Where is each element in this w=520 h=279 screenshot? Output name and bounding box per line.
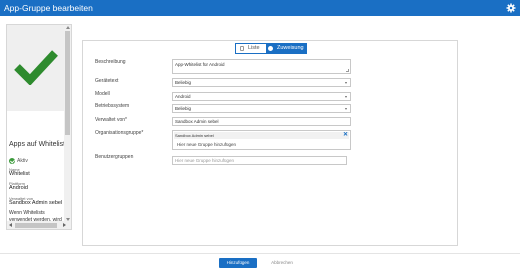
close-icon[interactable]: ✕ (343, 132, 348, 139)
description-field[interactable]: App-Whitelist für Android (172, 59, 351, 74)
manufacturer-label: Gerätetext (95, 78, 119, 84)
add-org-group-input[interactable]: Hier neue Gruppe hinzufügen (177, 142, 236, 147)
active-status-icon (9, 158, 15, 164)
org-group-field[interactable]: Sandbox Admin sebel ✕ Hier neue Gruppe h… (172, 130, 351, 150)
model-label: Modell (95, 91, 110, 97)
user-groups-label: Benutzergruppen (95, 154, 134, 160)
resize-handle-icon[interactable] (346, 69, 349, 72)
toggle-assignment-button[interactable]: Zuweisung (266, 44, 306, 53)
vertical-scrollbar[interactable] (64, 25, 71, 223)
window-title: App-Gruppe bearbeiten (4, 3, 93, 13)
managed-by-input[interactable]: Sandbox Admin sebel (172, 117, 351, 126)
chevron-down-icon (345, 82, 347, 84)
org-group-tag: Sandbox Admin sebel ✕ (174, 132, 349, 139)
org-group-label: Organisationsgruppe* (95, 130, 144, 136)
save-button[interactable]: Hinzufügen (219, 258, 257, 268)
view-toggle: Liste Zuweisung (235, 43, 307, 54)
manufacturer-select[interactable]: Beliebig (172, 78, 351, 87)
os-select[interactable]: Beliebig (172, 104, 351, 113)
status-text: Aktiv (17, 158, 28, 164)
chevron-down-icon (345, 108, 347, 110)
managed-by-form-label: Verwaltet von* (95, 117, 127, 123)
platform-value: Android (9, 185, 28, 191)
user-groups-input[interactable]: Hier neue Gruppe hinzufügen (172, 156, 347, 165)
name-value: Whitelist (9, 171, 30, 177)
app-thumbnail (7, 25, 65, 111)
chevron-down-icon (345, 96, 347, 98)
scroll-right-icon[interactable] (63, 223, 66, 227)
window-title-bar: App-Gruppe bearbeiten (0, 0, 520, 16)
scrollbar-thumb[interactable] (15, 222, 57, 228)
list-icon (240, 46, 244, 51)
description-label: Beschreibung (95, 59, 126, 65)
assignment-icon (268, 46, 273, 51)
scroll-up-icon[interactable] (65, 26, 70, 29)
cancel-button[interactable]: Abbrechen (263, 258, 301, 268)
managed-by-value: Sandbox Admin sebel (9, 200, 63, 206)
scrollbar-thumb[interactable] (65, 31, 70, 135)
status-badge: Aktiv (9, 158, 28, 164)
footer-divider (0, 253, 520, 254)
app-details-panel: Apps auf Whitelist Aktiv Name Whitelist … (6, 24, 72, 230)
os-label: Betriebssystem (95, 103, 130, 109)
model-select[interactable]: Android (172, 92, 351, 101)
horizontal-scrollbar[interactable] (7, 221, 71, 229)
scroll-left-icon[interactable] (9, 223, 12, 227)
app-name: Apps auf Whitelist (9, 141, 66, 148)
toggle-list-button[interactable]: Liste (236, 44, 266, 53)
gear-icon[interactable] (506, 3, 516, 13)
checkmark-icon (14, 50, 58, 85)
